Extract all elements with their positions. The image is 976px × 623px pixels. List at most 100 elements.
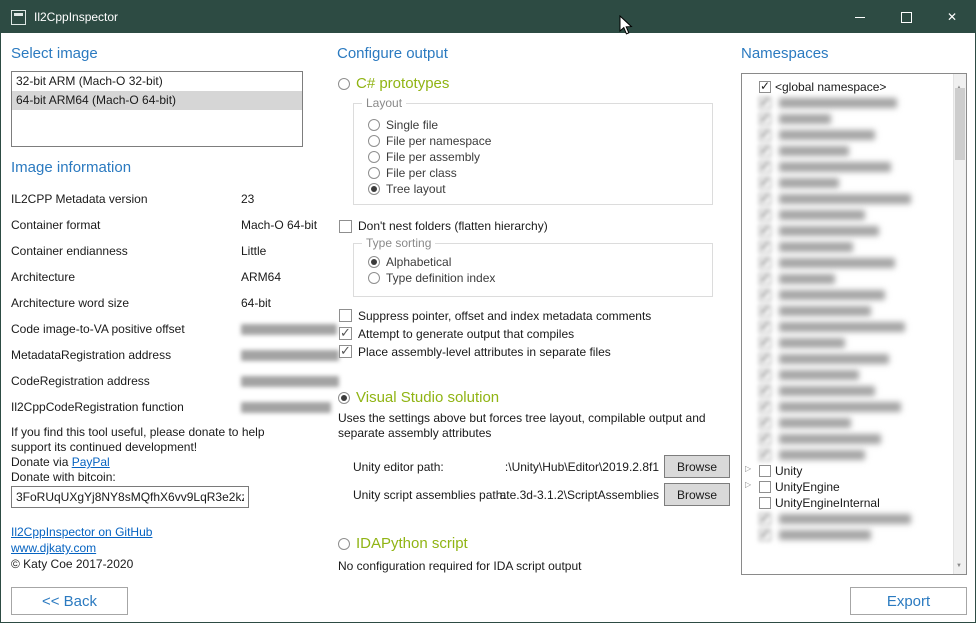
namespace-item[interactable]: <global namespace> (745, 79, 952, 95)
csharp-prototypes-radio[interactable]: C# prototypes (338, 75, 449, 92)
namespace-item[interactable] (745, 223, 952, 239)
back-button[interactable]: << Back (11, 587, 128, 615)
namespace-checkbox[interactable] (759, 305, 771, 317)
output-option-checkbox[interactable]: Attempt to generate output that compiles (339, 327, 651, 340)
namespace-checkbox[interactable] (759, 353, 771, 365)
browse-editor-button[interactable]: Browse (664, 455, 730, 478)
namespace-checkbox[interactable] (759, 401, 771, 413)
type-sorting-option-label: Alphabetical (386, 255, 451, 269)
idapython-radio[interactable]: IDAPython script (338, 535, 468, 552)
scrollbar-thumb[interactable] (955, 88, 965, 160)
namespace-item[interactable]: UnityEngine (745, 479, 952, 495)
namespace-checkbox[interactable] (759, 465, 771, 477)
minimize-button[interactable] (837, 1, 883, 33)
layout-option[interactable]: Single file (368, 117, 712, 133)
namespace-item[interactable] (745, 399, 952, 415)
output-option-checkbox[interactable]: Suppress pointer, offset and index metad… (339, 309, 651, 322)
namespace-checkbox[interactable] (759, 433, 771, 445)
namespace-checkbox[interactable] (759, 497, 771, 509)
namespace-checkbox[interactable] (759, 97, 771, 109)
unity-editor-path-value[interactable]: :\Unity\Hub\Editor\2019.2.8f1 (451, 460, 659, 475)
namespace-checkbox[interactable] (759, 289, 771, 301)
layout-option[interactable]: File per assembly (368, 149, 712, 165)
namespace-item[interactable] (745, 319, 952, 335)
namespace-item[interactable] (745, 127, 952, 143)
checkbox-icon (339, 327, 352, 340)
namespace-item[interactable] (745, 351, 952, 367)
namespace-checkbox[interactable] (759, 161, 771, 173)
namespace-item[interactable] (745, 383, 952, 399)
namespace-item[interactable] (745, 287, 952, 303)
maximize-button[interactable] (883, 1, 929, 33)
output-option-checkbox[interactable]: Place assembly-level attributes in separ… (339, 345, 651, 358)
close-button[interactable]: ✕ (929, 1, 975, 33)
namespace-checkbox[interactable] (759, 449, 771, 461)
namespace-checkbox[interactable] (759, 417, 771, 429)
dont-nest-checkbox[interactable]: Don't nest folders (flatten hierarchy) (339, 219, 548, 233)
type-sorting-option[interactable]: Alphabetical (368, 254, 712, 270)
namespace-item[interactable]: Unity (745, 463, 952, 479)
checkbox-icon (339, 220, 352, 233)
namespace-checkbox[interactable] (759, 225, 771, 237)
layout-option[interactable]: File per namespace (368, 133, 712, 149)
image-listbox[interactable]: 32-bit ARM (Mach-O 32-bit) 64-bit ARM64 … (11, 71, 303, 147)
namespace-checkbox[interactable] (759, 481, 771, 493)
namespace-item[interactable] (745, 303, 952, 319)
namespace-item[interactable] (745, 143, 952, 159)
namespace-item[interactable] (745, 191, 952, 207)
bitcoin-address-input[interactable] (11, 486, 249, 508)
checkbox-label: Place assembly-level attributes in separ… (358, 345, 611, 359)
layout-option[interactable]: File per class (368, 165, 712, 181)
namespace-item[interactable] (745, 415, 952, 431)
namespace-checkbox[interactable] (759, 513, 771, 525)
layout-option[interactable]: Tree layout (368, 181, 712, 197)
browse-assemblies-button[interactable]: Browse (664, 483, 730, 506)
namespace-item[interactable] (745, 207, 952, 223)
namespace-checkbox[interactable] (759, 113, 771, 125)
namespace-item[interactable] (745, 335, 952, 351)
namespace-checkbox[interactable] (759, 81, 771, 93)
namespace-checkbox[interactable] (759, 337, 771, 349)
unity-assemblies-path-value[interactable]: ate.3d-3.1.2\ScriptAssemblies (451, 488, 659, 503)
namespace-checkbox[interactable] (759, 209, 771, 221)
namespace-checkbox[interactable] (759, 145, 771, 157)
namespace-item[interactable] (745, 159, 952, 175)
namespace-checkbox[interactable] (759, 129, 771, 141)
scrollbar[interactable] (953, 74, 966, 574)
namespace-item[interactable] (745, 271, 952, 287)
image-list-item[interactable]: 32-bit ARM (Mach-O 32-bit) (12, 72, 302, 91)
github-link[interactable]: Il2CppInspector on GitHub (11, 525, 152, 539)
namespace-item[interactable] (745, 527, 952, 543)
image-list-item[interactable]: 64-bit ARM64 (Mach-O 64-bit) (12, 91, 302, 110)
namespace-item[interactable] (745, 367, 952, 383)
website-link[interactable]: www.djkaty.com (11, 541, 96, 555)
namespace-item[interactable] (745, 175, 952, 191)
scroll-down-icon[interactable] (956, 554, 962, 572)
back-button-label: << Back (42, 593, 97, 610)
type-sorting-option[interactable]: Type definition index (368, 270, 712, 286)
namespace-item[interactable] (745, 447, 952, 463)
namespace-item[interactable] (745, 111, 952, 127)
namespace-checkbox[interactable] (759, 193, 771, 205)
namespace-item[interactable]: UnityEngineInternal (745, 495, 952, 511)
namespace-checkbox[interactable] (759, 529, 771, 541)
namespace-checkbox[interactable] (759, 385, 771, 397)
namespace-item[interactable] (745, 239, 952, 255)
namespace-checkbox[interactable] (759, 257, 771, 269)
namespace-item[interactable] (745, 511, 952, 527)
maximize-icon (901, 12, 912, 23)
redacted-namespace (779, 354, 889, 364)
namespace-checkbox[interactable] (759, 241, 771, 253)
namespace-checkbox[interactable] (759, 321, 771, 333)
namespace-checkbox[interactable] (759, 177, 771, 189)
namespace-checkbox[interactable] (759, 369, 771, 381)
namespace-checkbox[interactable] (759, 273, 771, 285)
namespace-item[interactable] (745, 255, 952, 271)
export-button[interactable]: Export (850, 587, 967, 615)
paypal-link[interactable]: PayPal (72, 455, 110, 469)
info-value: Mach-O 64-bit (241, 218, 317, 232)
titlebar: Il2CppInspector ✕ (1, 1, 975, 33)
namespace-item[interactable] (745, 431, 952, 447)
namespace-item[interactable] (745, 95, 952, 111)
visual-studio-radio[interactable]: Visual Studio solution (338, 389, 499, 406)
